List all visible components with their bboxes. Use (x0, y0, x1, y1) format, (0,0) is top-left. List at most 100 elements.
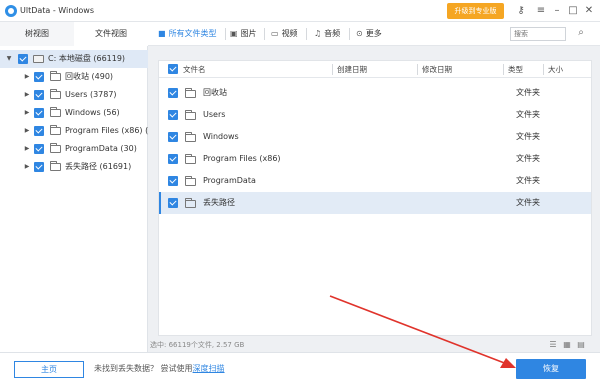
title-bar: UltData - Windows 升级到专业版 ⚷ ≡ – □ ✕ (0, 0, 600, 22)
home-button[interactable]: 主页 (14, 361, 84, 378)
category-audio[interactable]: ♫ 音频 (314, 22, 340, 46)
folder-icon (50, 125, 61, 135)
checkbox[interactable] (34, 144, 44, 154)
column-divider[interactable] (503, 64, 504, 75)
folder-icon (50, 71, 61, 81)
left-panel: 树视图 文件视图 ▼ C: 本地磁盘 (66119) ▶ 回收站 (490) ▶… (0, 22, 148, 352)
file-type: 文件夹 (516, 176, 540, 185)
folder-icon (50, 143, 61, 153)
collapse-arrow-icon[interactable]: ▶ (23, 68, 31, 86)
folder-icon (50, 107, 61, 117)
category-label: 所有文件类型 (168, 29, 217, 38)
tab-tree-view[interactable]: 树视图 (0, 22, 74, 46)
file-type: 文件夹 (516, 132, 540, 141)
tree-item-label: ProgramData (30) (65, 144, 137, 153)
column-header-modified[interactable]: 修改日期 (422, 61, 452, 78)
category-images[interactable]: ▣ 图片 (230, 22, 257, 46)
divider (225, 28, 226, 40)
row-checkbox[interactable] (168, 176, 178, 186)
minimize-icon[interactable]: – (550, 4, 564, 18)
category-all-files[interactable]: ■ 所有文件类型 (158, 22, 217, 46)
folder-icon (50, 161, 61, 171)
status-text: 选中: 66119个文件, 2.57 GB (150, 341, 245, 349)
row-checkbox[interactable] (168, 198, 178, 208)
category-more[interactable]: ⊙ 更多 (356, 22, 382, 46)
collapse-arrow-icon[interactable]: ▶ (23, 86, 31, 104)
upgrade-button[interactable]: 升级到专业版 (447, 3, 504, 19)
thumbnail-view-icon[interactable]: ▤ (576, 340, 586, 350)
tree-item-label: 丢失路径 (61691) (65, 162, 132, 171)
folder-icon (185, 198, 196, 208)
tree-item-program-files[interactable]: ▶ Program Files (x86) (65 (0, 122, 148, 140)
column-header-name[interactable]: 文件名 (183, 61, 206, 78)
grid-view-icon[interactable]: ▦ (562, 340, 572, 350)
collapse-arrow-icon[interactable]: ▶ (23, 158, 31, 176)
collapse-arrow-icon[interactable]: ▶ (23, 104, 31, 122)
tree-item-label: Windows (56) (65, 108, 120, 117)
column-divider[interactable] (417, 64, 418, 75)
file-list-area: 文件名 创建日期 修改日期 类型 大小 回收站 文件夹 Users 文件夹 Wi… (148, 46, 600, 352)
deep-scan-tip: 未找到丢失数据？ 尝试使用深度扫描 (94, 363, 225, 374)
deep-scan-link[interactable]: 深度扫描 (193, 364, 225, 373)
category-video[interactable]: ▭ 视频 (271, 22, 298, 46)
tree-item-programdata[interactable]: ▶ ProgramData (30) (0, 140, 148, 158)
checkbox[interactable] (34, 72, 44, 82)
search-icon[interactable]: ⌕ (574, 26, 588, 40)
row-checkbox[interactable] (168, 132, 178, 142)
file-name: Users (203, 110, 226, 119)
tab-file-view[interactable]: 文件视图 (74, 22, 148, 46)
file-name: 回收站 (203, 88, 227, 97)
disk-icon (33, 55, 44, 63)
column-header-created[interactable]: 创建日期 (337, 61, 367, 78)
row-checkbox[interactable] (168, 88, 178, 98)
tree-item-windows[interactable]: ▶ Windows (56) (0, 104, 148, 122)
tree-item-lost-path[interactable]: ▶ 丢失路径 (61691) (0, 158, 148, 176)
list-view-icon[interactable]: ☰ (548, 340, 558, 350)
maximize-icon[interactable]: □ (566, 4, 580, 18)
category-label: 图片 (240, 29, 257, 38)
tree-item-recycle-bin[interactable]: ▶ 回收站 (490) (0, 68, 148, 86)
row-checkbox[interactable] (168, 154, 178, 164)
expand-arrow-icon[interactable]: ▼ (5, 50, 13, 68)
table-row[interactable]: Users 文件夹 (159, 104, 591, 126)
row-checkbox[interactable] (168, 110, 178, 120)
table-row[interactable]: 回收站 文件夹 (159, 82, 591, 104)
recover-button[interactable]: 恢复 (516, 359, 586, 379)
key-icon[interactable]: ⚷ (514, 4, 528, 18)
column-divider[interactable] (332, 64, 333, 75)
tip-text: 未找到丢失数据？ 尝试使用 (94, 364, 193, 373)
table-row[interactable]: ProgramData 文件夹 (159, 170, 591, 192)
category-label: 视频 (281, 29, 298, 38)
menu-icon[interactable]: ≡ (534, 4, 548, 18)
file-name: ProgramData (203, 176, 256, 185)
checkbox[interactable] (34, 126, 44, 136)
file-list: 文件名 创建日期 修改日期 类型 大小 回收站 文件夹 Users 文件夹 Wi… (158, 60, 592, 336)
checkbox[interactable] (18, 54, 28, 64)
file-name: Program Files (x86) (203, 154, 281, 163)
select-all-checkbox[interactable] (168, 64, 178, 74)
checkbox[interactable] (34, 162, 44, 172)
folder-icon (185, 132, 196, 142)
search-input[interactable] (510, 27, 566, 41)
file-type: 文件夹 (516, 88, 540, 97)
file-list-header: 文件名 创建日期 修改日期 类型 大小 (159, 61, 591, 78)
divider (349, 28, 350, 40)
tree-item-label: C: 本地磁盘 (66119) (48, 54, 126, 63)
table-row[interactable]: 丢失路径 文件夹 (159, 192, 591, 214)
collapse-arrow-icon[interactable]: ▶ (23, 122, 31, 140)
table-row[interactable]: Program Files (x86) 文件夹 (159, 148, 591, 170)
checkbox[interactable] (34, 90, 44, 100)
tree-item-users[interactable]: ▶ Users (3787) (0, 86, 148, 104)
close-icon[interactable]: ✕ (582, 4, 596, 18)
app-logo-icon (5, 5, 17, 17)
tree-item-label: Users (3787) (65, 90, 117, 99)
column-header-type[interactable]: 类型 (508, 61, 523, 78)
collapse-arrow-icon[interactable]: ▶ (23, 140, 31, 158)
column-header-size[interactable]: 大小 (548, 61, 563, 78)
column-divider[interactable] (543, 64, 544, 75)
folder-icon (185, 176, 196, 186)
file-type: 文件夹 (516, 110, 540, 119)
tree-item-c-drive[interactable]: ▼ C: 本地磁盘 (66119) (0, 50, 148, 68)
checkbox[interactable] (34, 108, 44, 118)
table-row[interactable]: Windows 文件夹 (159, 126, 591, 148)
